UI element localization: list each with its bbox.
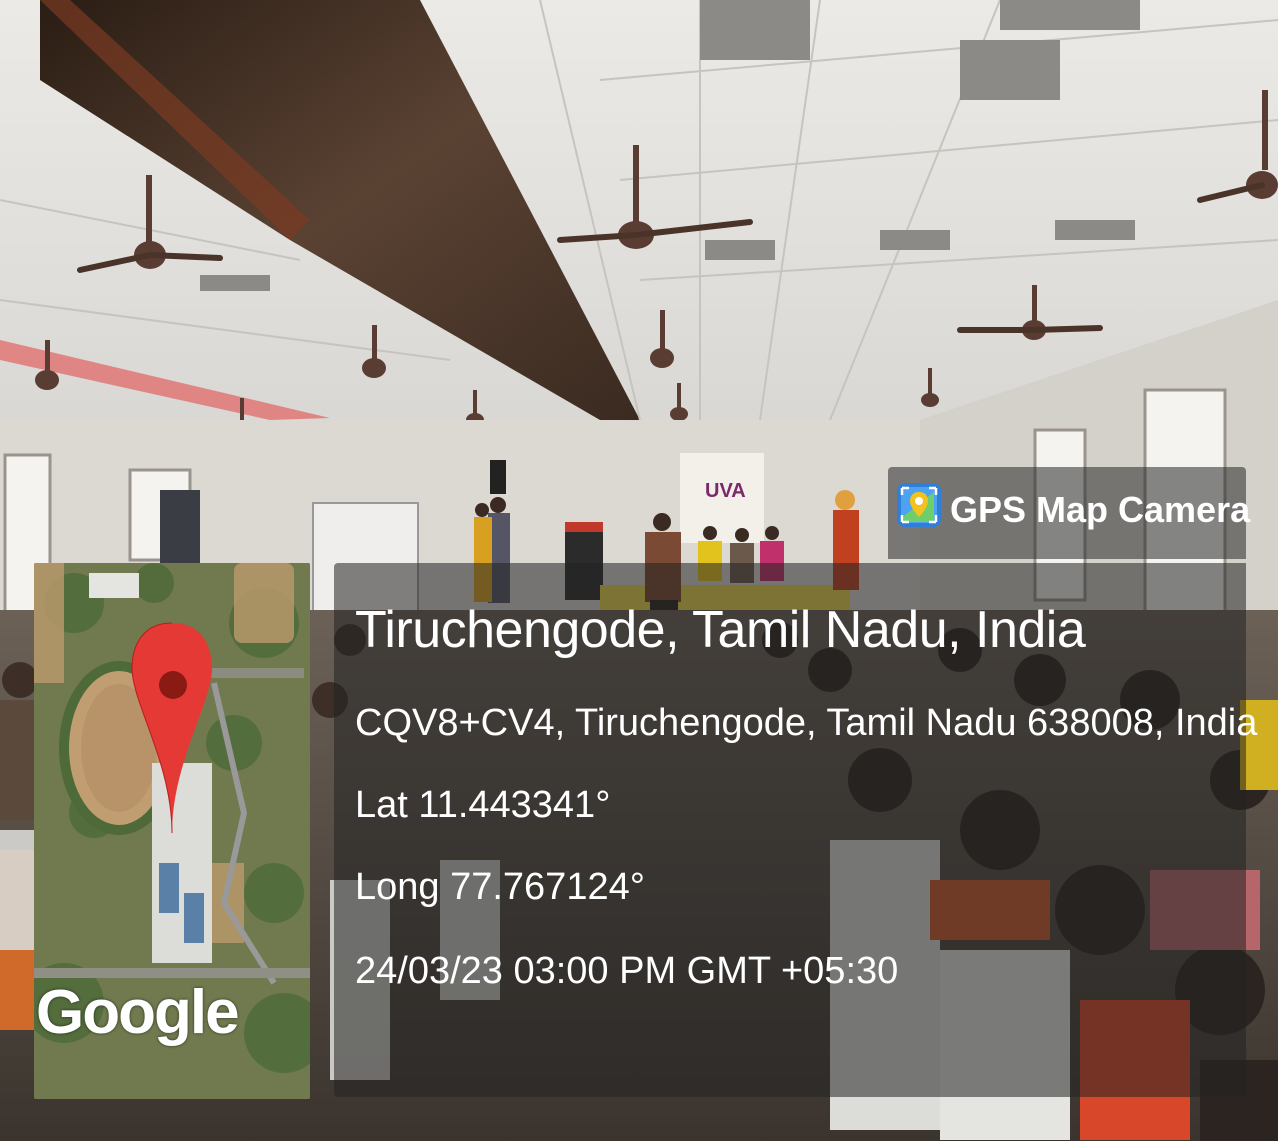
gps-map-camera-badge: GPS Map Camera	[888, 467, 1250, 559]
gps-map-camera-app-icon	[897, 483, 941, 527]
latitude-text: Lat 11.443341°	[355, 784, 611, 826]
location-title: Tiruchengode, Tamil Nadu, India	[355, 601, 1086, 659]
datetime-text: 24/03/23 03:00 PM GMT +05:30	[355, 950, 899, 992]
map-thumbnail: Google	[34, 563, 310, 1099]
longitude-text: Long 77.767124°	[355, 866, 645, 908]
location-address: CQV8+CV4, Tiruchengode, Tamil Nadu 63800…	[355, 702, 1258, 744]
app-name: GPS Map Camera	[950, 489, 1251, 530]
google-watermark: Google	[36, 978, 240, 1047]
banner-text: UVA	[705, 480, 746, 502]
